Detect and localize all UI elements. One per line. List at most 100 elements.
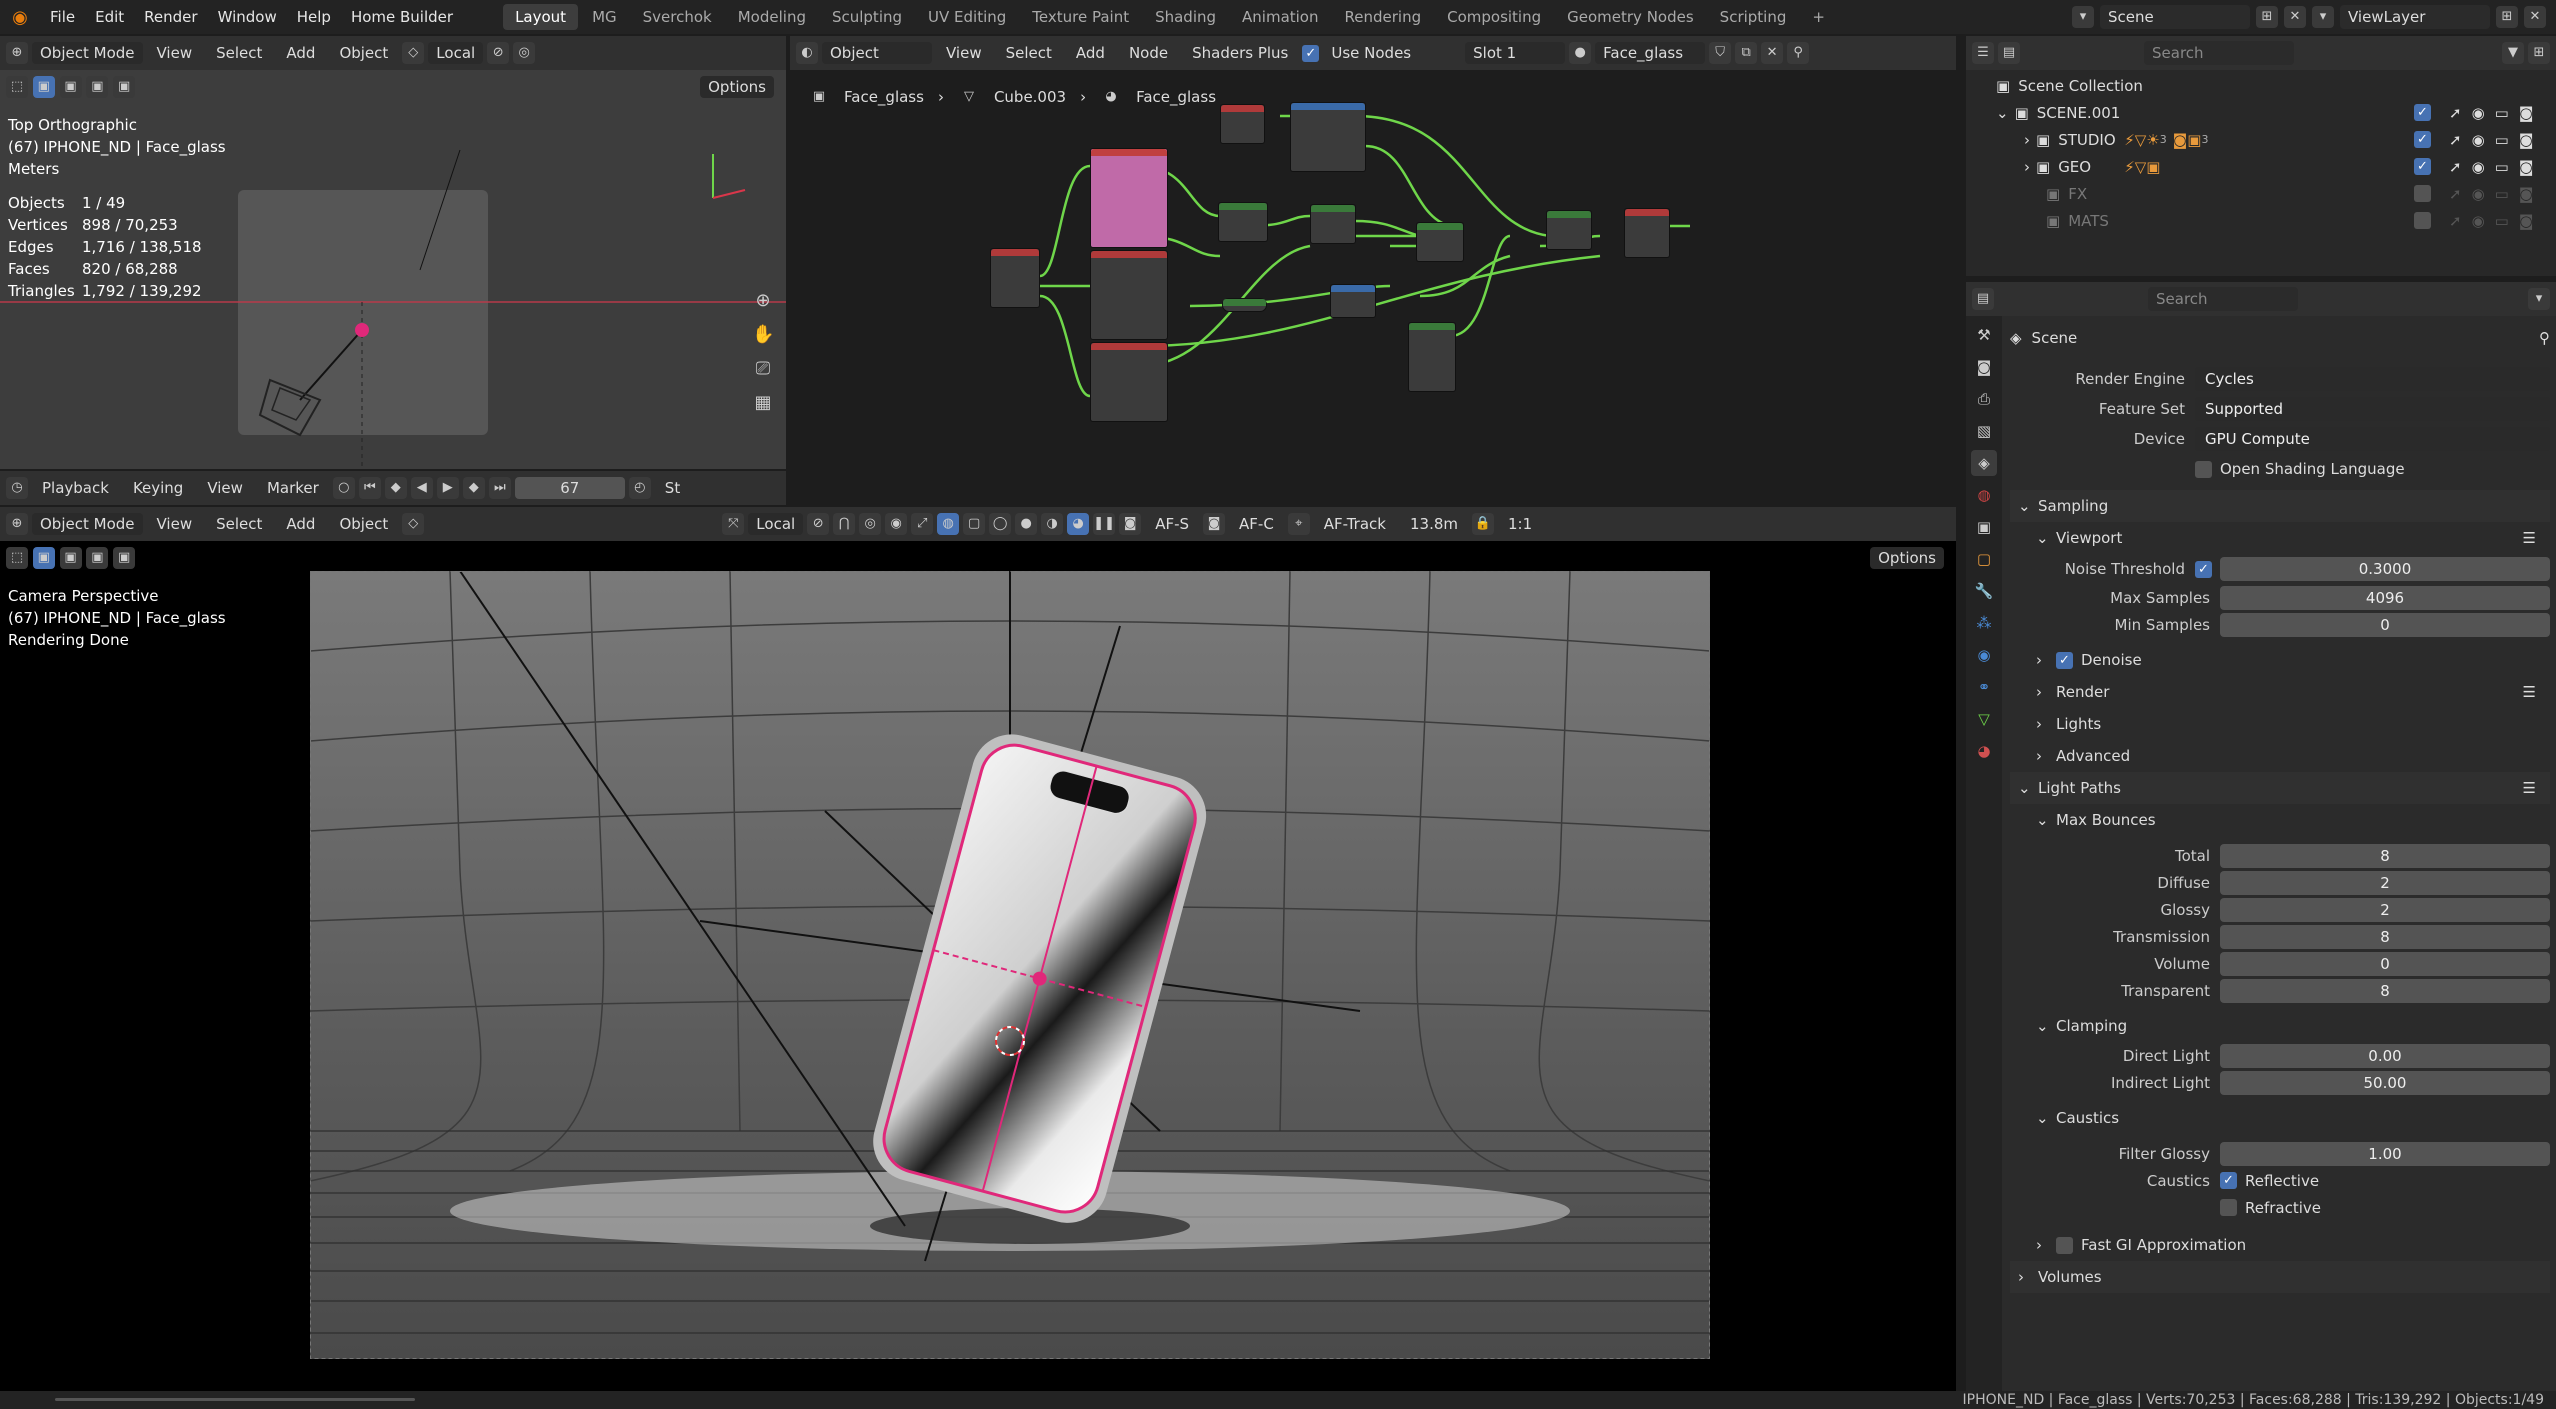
main-magnet-icon[interactable]: ⋂: [833, 513, 856, 535]
bounce-value-field[interactable]: 2: [2220, 897, 2550, 922]
list-icon[interactable]: ☰: [2523, 529, 2550, 547]
monitor-icon[interactable]: ▭: [2495, 212, 2509, 230]
ratio-button[interactable]: 1:1: [1498, 513, 1542, 535]
main-editor-type-icon[interactable]: ⊕: [6, 513, 28, 535]
include-checkbox[interactable]: ✓: [2414, 158, 2431, 175]
snap-icon[interactable]: ⊘: [487, 42, 510, 64]
node-mix-1[interactable]: [1218, 202, 1268, 242]
render-camera-icon[interactable]: ◙: [2519, 212, 2534, 230]
denoise-subpanel[interactable]: › ✓ Denoise: [2010, 644, 2550, 676]
node-image-texture-2[interactable]: [1090, 342, 1168, 422]
collection-tab-icon[interactable]: ▣: [1971, 514, 1997, 540]
main-proportional-icon[interactable]: ◎: [859, 513, 882, 535]
render-subpanel[interactable]: › Render ☰: [2010, 676, 2550, 708]
properties-options-icon[interactable]: ▾: [2528, 288, 2550, 310]
refractive-checkbox[interactable]: [2220, 1199, 2237, 1216]
max-samples-field[interactable]: 4096: [2220, 585, 2550, 610]
focus-distance[interactable]: 13.8m: [1400, 513, 1468, 535]
main-viewport-canvas[interactable]: ⬚ ▣ ▣ ▣ ▣ Options Camera Perspective (67…: [0, 541, 1956, 1393]
zoom-icon[interactable]: ⊕: [752, 290, 774, 312]
sampling-panel-header[interactable]: ⌄ Sampling: [2010, 490, 2550, 522]
noise-threshold-field[interactable]: 0.3000: [2220, 557, 2550, 581]
main-snap-icon[interactable]: ⊘: [807, 513, 830, 535]
node-texture-coordinate[interactable]: [990, 248, 1040, 308]
eye-icon[interactable]: ◉: [2472, 104, 2485, 122]
fast-gi-checkbox[interactable]: [2056, 1236, 2073, 1254]
top-viewport-canvas[interactable]: ⬚ ▣ ▣ ▣ ▣ Options Top Orthographic (67) …: [0, 70, 786, 469]
next-key-icon[interactable]: ◆: [462, 477, 485, 499]
scene-tab-icon[interactable]: ◈: [1971, 450, 1997, 476]
data-tab-icon[interactable]: ▽: [1971, 706, 1997, 732]
select-arrow-icon[interactable]: ➚: [2449, 212, 2462, 230]
main-select-box-icon[interactable]: ▣: [32, 547, 55, 569]
jump-start-icon[interactable]: ⏮: [358, 477, 381, 499]
render-camera-icon[interactable]: ◙: [2519, 158, 2534, 176]
denoise-checkbox[interactable]: ✓: [2056, 651, 2073, 669]
list-icon[interactable]: ☰: [2523, 683, 2550, 701]
af-track-button[interactable]: AF-Track: [1314, 513, 1396, 535]
monitor-icon[interactable]: ▭: [2495, 158, 2509, 176]
tab-uv-editing[interactable]: UV Editing: [916, 4, 1018, 30]
select-arrow-icon[interactable]: ➚: [2449, 158, 2462, 176]
close-scene-icon[interactable]: ✕: [2284, 6, 2306, 28]
tab-sverchok[interactable]: Sverchok: [631, 4, 724, 30]
render-engine-dropdown[interactable]: Cycles: [2195, 367, 2550, 391]
main-viewport[interactable]: ⊕ Object Mode View Select Add Object ◇ ⤧…: [0, 507, 1956, 1393]
bounce-value-field[interactable]: 0: [2220, 951, 2550, 976]
eye-icon[interactable]: ◉: [2472, 158, 2485, 176]
prev-key-icon[interactable]: ◆: [384, 477, 407, 499]
tool-tab-icon[interactable]: ⚒: [1971, 322, 1997, 348]
af-s-button[interactable]: AF-S: [1145, 513, 1199, 535]
clamping-subpanel[interactable]: ⌄ Clamping: [2010, 1010, 2550, 1042]
start-frame-label[interactable]: St: [655, 477, 690, 499]
tab-geometry-nodes[interactable]: Geometry Nodes: [1555, 4, 1706, 30]
main-pivot-icon[interactable]: ◇: [402, 513, 425, 535]
shading-solid-icon[interactable]: ●: [1015, 513, 1038, 535]
main-menu-add[interactable]: Add: [276, 513, 325, 535]
node-mix-2[interactable]: [1310, 204, 1356, 244]
render-camera-icon[interactable]: ◙: [2519, 185, 2534, 203]
orientation-dropdown[interactable]: Local: [428, 42, 484, 64]
bounce-value-field[interactable]: 8: [2220, 843, 2550, 868]
expand-icon[interactable]: ›: [2024, 131, 2030, 149]
main-select-invert-icon[interactable]: ▣: [113, 547, 136, 569]
lock-icon[interactable]: 🔒: [1472, 513, 1494, 535]
scene-collection-row[interactable]: ▣ Scene Collection: [1966, 72, 2556, 99]
particles-tab-icon[interactable]: ⁂: [1971, 610, 1997, 636]
expand-icon[interactable]: ›: [2024, 158, 2030, 176]
reflective-checkbox[interactable]: ✓: [2220, 1172, 2237, 1189]
eye-icon[interactable]: ◉: [2472, 131, 2485, 149]
proportional-edit-icon[interactable]: ◎: [513, 42, 536, 64]
shading-wire-icon[interactable]: ◯: [989, 513, 1012, 535]
caustics-subpanel[interactable]: ⌄ Caustics: [2010, 1102, 2550, 1134]
list-icon[interactable]: ☰: [2523, 779, 2550, 797]
af-track-target-icon[interactable]: ⌖: [1287, 513, 1310, 535]
tab-texture-paint[interactable]: Texture Paint: [1020, 4, 1141, 30]
node-mix-3[interactable]: [1416, 222, 1464, 262]
light-paths-panel-header[interactable]: ⌄ Light Paths ☰: [2010, 772, 2550, 804]
eye-icon[interactable]: ◉: [2472, 212, 2485, 230]
main-menu-select[interactable]: Select: [206, 513, 272, 535]
properties-search-input[interactable]: Search: [2148, 287, 2298, 311]
tab-shading[interactable]: Shading: [1143, 4, 1228, 30]
physics-tab-icon[interactable]: ◉: [1971, 642, 1997, 668]
scene-selector[interactable]: Scene: [2100, 5, 2250, 29]
tab-scripting[interactable]: Scripting: [1708, 4, 1799, 30]
material-tab-icon[interactable]: ◕: [1971, 738, 1997, 764]
mode-dropdown[interactable]: Object Mode: [32, 42, 143, 64]
select-arrow-icon[interactable]: ➚: [2449, 185, 2462, 203]
menu-file[interactable]: File: [40, 8, 85, 26]
jump-end-icon[interactable]: ⏭: [488, 477, 511, 499]
tab-rendering[interactable]: Rendering: [1333, 4, 1434, 30]
camera-icon[interactable]: ⎚: [752, 358, 774, 380]
node-editor[interactable]: ◐ Object View Select Add Node Shaders Pl…: [790, 36, 1956, 505]
include-checkbox[interactable]: ✓: [2414, 104, 2431, 121]
menu-marker[interactable]: Marker: [257, 477, 329, 499]
main-select-tool-icon[interactable]: ⬚: [6, 547, 28, 569]
outliner-editor-icon[interactable]: ☰: [1972, 42, 1994, 64]
monitor-icon[interactable]: ▭: [2495, 131, 2509, 149]
menu-timeline-view[interactable]: View: [197, 477, 253, 499]
bounce-value-field[interactable]: 2: [2220, 870, 2550, 895]
tab-animation[interactable]: Animation: [1230, 4, 1330, 30]
xray-icon[interactable]: ▢: [963, 513, 986, 535]
